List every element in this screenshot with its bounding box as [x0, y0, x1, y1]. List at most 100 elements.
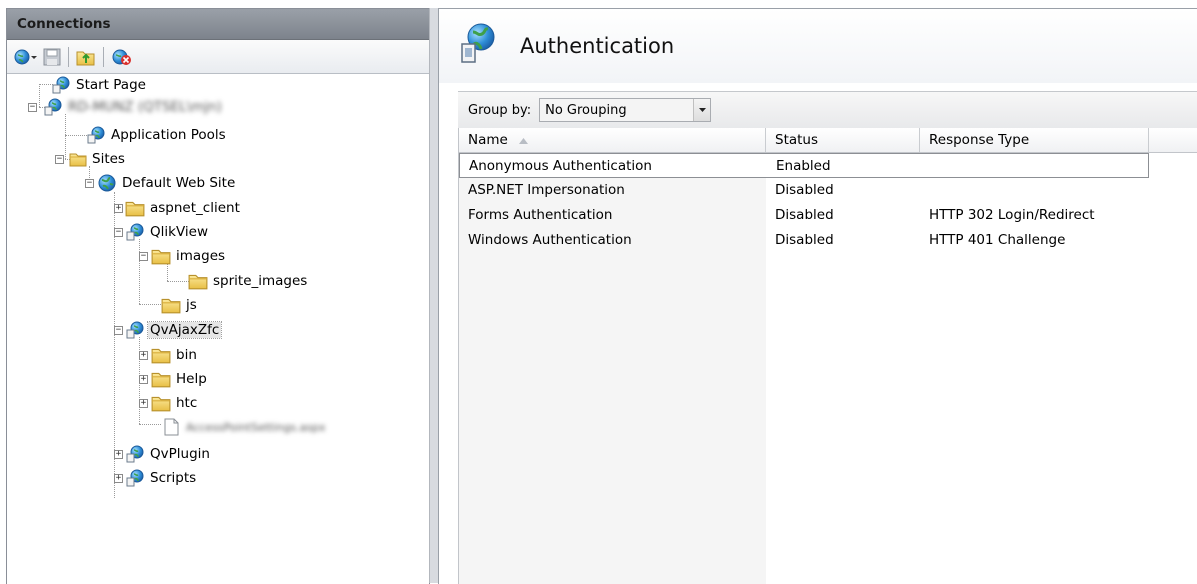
tree-item-sites[interactable]: Sites — [69, 148, 125, 170]
expand-toggle[interactable]: + — [139, 375, 148, 384]
sites-folder-icon — [69, 151, 87, 167]
connections-toolbar — [7, 40, 429, 74]
table-row[interactable]: Forms Authentication Disabled HTTP 302 L… — [459, 203, 1149, 228]
collapse-toggle[interactable]: − — [55, 155, 64, 164]
collapse-toggle[interactable]: − — [114, 326, 123, 335]
tree-item-application-pools[interactable]: Application Pools — [86, 124, 226, 146]
application-pools-icon — [86, 126, 106, 144]
connections-title: Connections — [7, 9, 429, 40]
tree-item-label: Help — [176, 371, 207, 387]
cell-name: Windows Authentication — [468, 232, 632, 248]
column-header-response-type[interactable]: Response Type — [920, 128, 1149, 152]
globe-icon — [97, 174, 117, 192]
tree-item-qvplugin[interactable]: QvPlugin — [125, 443, 210, 465]
cell-status: Disabled — [775, 232, 834, 248]
tree-item-label: aspnet_client — [150, 200, 240, 216]
tree-item-label: images — [176, 248, 226, 264]
save-icon[interactable] — [43, 48, 61, 66]
cell-name: ASP.NET Impersonation — [468, 182, 625, 198]
server-icon — [43, 98, 63, 116]
column-header-status[interactable]: Status — [766, 128, 920, 152]
sort-ascending-icon — [519, 128, 529, 152]
tree-item-htc[interactable]: htc — [151, 392, 197, 414]
tree-item-label: htc — [176, 395, 198, 411]
dropdown-arrow-icon[interactable] — [693, 99, 711, 121]
table-header: Name Status Response Type — [459, 128, 1197, 153]
application-icon — [125, 445, 145, 463]
application-icon — [125, 321, 145, 339]
tree-item-help[interactable]: Help — [151, 368, 207, 390]
expand-toggle[interactable]: + — [139, 351, 148, 360]
tree-item-qvajaxzfc[interactable]: QvAjaxZfc — [125, 319, 223, 341]
tree-item-bin[interactable]: bin — [151, 344, 197, 366]
toolbar-separator — [103, 46, 104, 67]
tree-item-scripts[interactable]: Scripts — [125, 467, 196, 489]
tree-item-js[interactable]: js — [161, 294, 197, 316]
pane-splitter[interactable] — [429, 8, 438, 583]
authentication-table: Name Status Response Type Anonymous Auth… — [458, 128, 1197, 584]
tree-item-default-web-site[interactable]: Default Web Site — [97, 172, 235, 194]
cell-status: Enabled — [776, 158, 831, 174]
tree-item-server[interactable]: RD-MUNZ (QTSEL\mjn) — [43, 96, 222, 118]
group-by-value: No Grouping — [545, 102, 627, 118]
tree-item-label: QlikView — [150, 224, 208, 240]
cell-response-type: HTTP 302 Login/Redirect — [929, 207, 1095, 223]
expand-toggle[interactable]: + — [114, 204, 123, 213]
folder-icon — [188, 272, 208, 290]
tree-item-label: Scripts — [150, 470, 197, 486]
tree-item-config-file[interactable]: AccessPointSettings.aspx — [161, 416, 326, 438]
feature-header: Authentication — [439, 9, 1197, 83]
connect-icon[interactable] — [13, 48, 39, 66]
column-header-label: Name — [468, 132, 508, 148]
column-header-label: Response Type — [929, 132, 1030, 148]
collapse-toggle[interactable]: − — [28, 103, 37, 112]
cell-status: Disabled — [775, 182, 834, 198]
tree-item-label: Sites — [92, 151, 125, 167]
tree-item-sprite-images[interactable]: sprite_images — [188, 270, 307, 292]
group-by-label: Group by: — [468, 102, 532, 118]
table-row[interactable]: ASP.NET Impersonation Disabled — [459, 178, 1149, 203]
collapse-toggle[interactable]: − — [114, 228, 123, 237]
application-icon — [125, 469, 145, 487]
folder-icon — [125, 199, 145, 217]
start-page-icon — [51, 76, 71, 94]
expand-toggle[interactable]: + — [114, 450, 123, 459]
folder-icon — [151, 394, 171, 412]
group-by-dropdown[interactable]: No Grouping — [539, 98, 712, 122]
tree-item-label: bin — [176, 347, 197, 363]
connections-pane: Connections − − − + − − − + + + + + Star… — [6, 8, 430, 584]
folder-icon — [151, 346, 171, 364]
collapse-toggle[interactable]: − — [139, 252, 148, 261]
collapse-toggle[interactable]: − — [85, 179, 94, 188]
application-icon — [125, 223, 145, 241]
group-by-bar: Group by: No Grouping — [458, 91, 1197, 128]
page-title: Authentication — [520, 34, 675, 58]
tree-item-aspnet-client[interactable]: aspnet_client — [125, 197, 240, 219]
expand-toggle[interactable]: + — [139, 399, 148, 408]
cell-name: Anonymous Authentication — [469, 158, 652, 174]
tree-item-start-page[interactable]: Start Page — [51, 74, 146, 96]
cell-response-type: HTTP 401 Challenge — [929, 232, 1066, 248]
cell-name: Forms Authentication — [468, 207, 613, 223]
folder-icon — [151, 247, 171, 265]
disconnect-icon[interactable] — [111, 48, 133, 66]
file-icon — [161, 418, 181, 436]
folder-icon — [161, 296, 181, 314]
expand-toggle[interactable]: + — [114, 474, 123, 483]
authentication-icon — [460, 22, 496, 70]
toolbar-separator — [68, 46, 69, 67]
tree-item-label: js — [186, 297, 197, 313]
tree-item-qlikview[interactable]: QlikView — [125, 221, 208, 243]
tree-item-label: Application Pools — [111, 127, 226, 143]
tree-item-label: Default Web Site — [122, 175, 236, 191]
tree-item-label: AccessPointSettings.aspx — [186, 420, 326, 434]
folder-icon — [151, 370, 171, 388]
column-header-label: Status — [775, 132, 819, 148]
table-row[interactable]: Windows Authentication Disabled HTTP 401… — [459, 228, 1149, 253]
up-folder-icon[interactable] — [76, 48, 96, 66]
column-header-name[interactable]: Name — [459, 128, 766, 152]
tree-item-label: QvPlugin — [150, 446, 210, 462]
table-row[interactable]: Anonymous Authentication Enabled — [459, 153, 1149, 178]
tree-item-images[interactable]: images — [151, 245, 225, 267]
connections-tree: − − − + − − − + + + + + Start Page RD-MU… — [7, 74, 429, 579]
